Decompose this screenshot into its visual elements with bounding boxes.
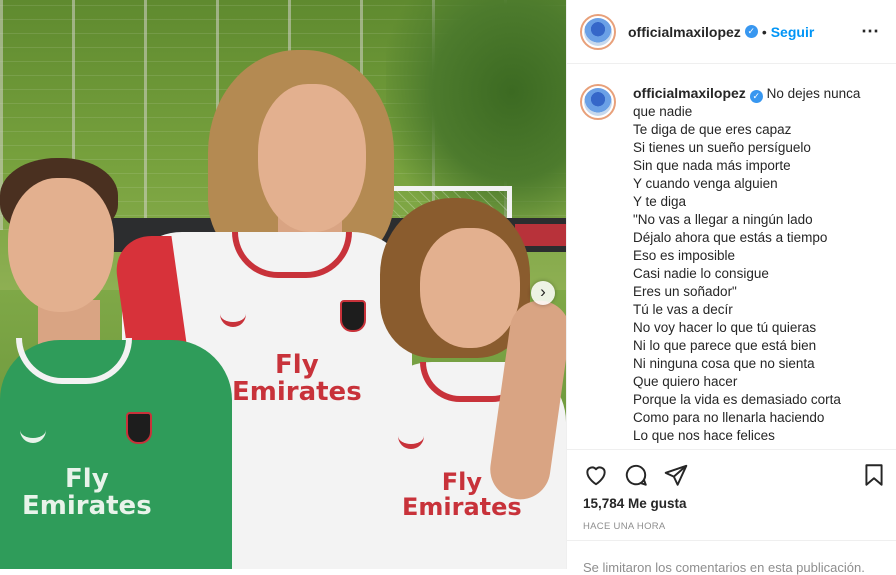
caption-line: Eres un soñador" <box>633 284 737 299</box>
caption-line: Ni ninguna cosa que no sienta <box>633 356 815 371</box>
caption-line: Porque la vida es demasiado corta <box>633 392 841 407</box>
milan-crest <box>340 300 366 332</box>
paper-plane-icon[interactable] <box>663 462 689 488</box>
milan-crest <box>126 412 152 444</box>
sponsor-fly: Fly <box>441 468 482 496</box>
verified-badge-icon: ✓ <box>749 90 763 103</box>
separator-dot: • <box>761 23 767 40</box>
caption-line: "No vas a llegar a ningún lado <box>633 212 813 227</box>
kid-center-face <box>258 84 366 232</box>
caption-line: Casi nadie lo consigue <box>633 266 769 281</box>
heart-icon[interactable] <box>583 462 609 488</box>
avatar-image <box>584 88 612 116</box>
avatar-image <box>584 17 612 46</box>
sponsor-emirates: Emirates <box>402 493 522 522</box>
bookmark-icon[interactable] <box>861 462 887 488</box>
kid-left-sponsor: Fly Emirates <box>22 464 152 522</box>
caption-line: Tú le vas a decír <box>633 302 733 317</box>
post-photo[interactable]: Fly Emirates Fly Emirates Fly Emirates › <box>0 0 566 569</box>
sponsor-fly: Fly <box>275 350 319 380</box>
caption-line: Como para no llenarla haciendo <box>633 410 825 425</box>
caption-avatar[interactable] <box>580 84 616 120</box>
sponsor-emirates: Emirates <box>22 491 152 522</box>
avatar[interactable] <box>580 13 616 50</box>
post-sidebar: officialmaxilopez ✓ • Seguir ⋯ officialm… <box>566 0 896 575</box>
more-options-icon[interactable]: ⋯ <box>861 21 880 42</box>
sponsor-fly: Fly <box>65 464 109 494</box>
follow-button[interactable]: Seguir <box>771 24 815 40</box>
kid-right-face <box>420 228 520 348</box>
kid-center-sponsor: Fly Emirates <box>232 350 362 408</box>
instagram-post: Fly Emirates Fly Emirates Fly Emirates › <box>0 0 896 575</box>
comment-icon[interactable] <box>623 462 649 488</box>
action-bar <box>567 449 896 501</box>
chevron-right-icon: › <box>540 282 546 301</box>
caption-first-line: officialmaxilopez ✓ No dejes nunca <box>633 84 883 103</box>
caption-line: Te diga de que eres capaz <box>633 122 792 137</box>
caption-text: officialmaxilopez ✓ No dejes nunca que na… <box>633 84 883 449</box>
caption-line: No voy hacer lo que tú quieras <box>633 320 817 335</box>
caption-line: Y cuando venga alguien <box>633 176 778 191</box>
caption-line: Ni lo que parece que está bien <box>633 338 817 353</box>
caption-line: que nadie <box>633 104 693 119</box>
kid-left-face <box>8 178 114 312</box>
caption-line: No dejes nunca <box>766 86 861 101</box>
caption-line: Y te diga <box>633 194 687 209</box>
caption-line: Eso es imposible <box>633 248 736 263</box>
comments-area: Se limitaron los comentarios en esta pub… <box>567 540 896 575</box>
caption: officialmaxilopez ✓ No dejes nunca que na… <box>580 84 885 449</box>
verified-badge-icon: ✓ <box>744 25 758 38</box>
sponsor-emirates: Emirates <box>232 377 362 408</box>
kid-right-sponsor: Fly Emirates <box>402 468 522 522</box>
likes-count[interactable]: 15,784 Me gusta <box>583 496 687 511</box>
caption-line: Lo que nos hace felices <box>633 428 775 443</box>
next-photo-button[interactable]: › <box>531 281 555 305</box>
post-timestamp[interactable]: HACE UNA HORA <box>583 521 666 532</box>
caption-username[interactable]: officialmaxilopez <box>633 85 746 101</box>
comments-limited-notice: Se limitaron los comentarios en esta pub… <box>583 560 865 575</box>
header-username[interactable]: officialmaxilopez <box>628 24 741 40</box>
caption-line: Sin que nada más importe <box>633 158 791 173</box>
caption-line: Déjalo ahora que estás a tiempo <box>633 230 828 245</box>
caption-line: Si tienes un sueño persíguelo <box>633 140 811 155</box>
post-header: officialmaxilopez ✓ • Seguir ⋯ <box>567 0 896 64</box>
caption-line: Que quiero hacer <box>633 374 738 389</box>
